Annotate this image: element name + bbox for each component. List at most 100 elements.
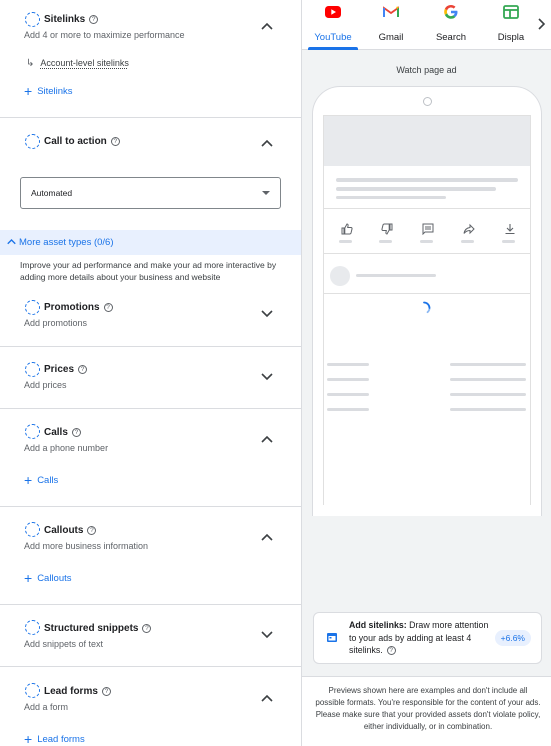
more-asset-types-toggle[interactable]: More asset types (0/6) bbox=[0, 230, 301, 255]
placeholder-line bbox=[327, 393, 369, 396]
ad-preview-panel: YouTube Gmail Search Displa Watch page a… bbox=[302, 0, 551, 746]
add-lead-forms-button[interactable]: + Lead forms bbox=[24, 731, 85, 746]
divider bbox=[324, 253, 530, 254]
section-title: Callouts? bbox=[44, 525, 97, 536]
status-circle-icon bbox=[25, 683, 40, 698]
placeholder-line bbox=[327, 363, 369, 366]
divider bbox=[324, 293, 530, 294]
prices-section[interactable]: Prices? Add prices bbox=[0, 347, 301, 409]
chevron-right-icon[interactable] bbox=[537, 18, 547, 30]
tab-youtube[interactable]: YouTube bbox=[302, 0, 364, 50]
performance-uplift-badge: +6.6% bbox=[494, 630, 531, 646]
add-callouts-button[interactable]: + Callouts bbox=[24, 570, 72, 586]
status-circle-icon bbox=[25, 522, 40, 537]
section-title: Lead forms? bbox=[44, 686, 111, 697]
status-circle-icon bbox=[25, 620, 40, 635]
asset-editor-panel: Sitelinks? Add 4 or more to maximize per… bbox=[0, 0, 302, 746]
calendar-icon bbox=[327, 633, 337, 642]
help-icon[interactable]: ? bbox=[87, 526, 97, 535]
youtube-icon bbox=[325, 6, 341, 18]
phone-mockup bbox=[312, 86, 542, 516]
section-subtitle: Add 4 or more to maximize performance bbox=[24, 30, 185, 40]
account-level-sitelinks-link[interactable]: ↳ Account-level sitelinks bbox=[26, 58, 129, 69]
chevron-up-icon[interactable] bbox=[261, 22, 273, 30]
google-icon bbox=[444, 5, 458, 19]
help-icon[interactable]: ? bbox=[78, 365, 88, 374]
section-subtitle: Add a phone number bbox=[24, 443, 109, 453]
section-title: Sitelinks? bbox=[44, 14, 99, 25]
placeholder-line bbox=[339, 240, 352, 243]
chevron-down-icon[interactable] bbox=[261, 310, 273, 318]
sitelinks-section: Sitelinks? Add 4 or more to maximize per… bbox=[0, 0, 301, 118]
section-subtitle: Add snippets of text bbox=[24, 639, 104, 649]
help-icon[interactable]: ? bbox=[71, 428, 81, 437]
section-title: Promotions? bbox=[44, 302, 113, 313]
help-icon[interactable]: ? bbox=[101, 687, 111, 696]
add-sitelinks-button[interactable]: + Sitelinks bbox=[24, 83, 73, 99]
placeholder-line bbox=[336, 196, 446, 199]
preview-screen bbox=[323, 115, 531, 505]
gmail-icon bbox=[383, 6, 399, 17]
status-circle-icon bbox=[25, 362, 40, 377]
thumbs-down-icon bbox=[381, 223, 393, 235]
preview-tabs: YouTube Gmail Search Displa bbox=[302, 0, 551, 50]
section-title: Prices? bbox=[44, 364, 88, 375]
video-placeholder bbox=[324, 116, 530, 166]
comment-icon bbox=[422, 223, 434, 235]
recommendation-text: Add sitelinks: Draw more attention to yo… bbox=[349, 620, 489, 655]
download-icon bbox=[505, 224, 515, 235]
help-icon[interactable]: ? bbox=[386, 646, 396, 655]
tab-display[interactable]: Displa bbox=[480, 0, 542, 50]
call-to-action-select[interactable]: Automated bbox=[20, 177, 281, 209]
section-subtitle: Add promotions bbox=[24, 318, 88, 328]
placeholder-line bbox=[356, 274, 436, 277]
tab-gmail[interactable]: Gmail bbox=[360, 0, 422, 50]
section-title: Calls? bbox=[44, 427, 81, 438]
placeholder-line bbox=[450, 393, 526, 396]
chevron-up-icon[interactable] bbox=[261, 139, 273, 147]
more-asset-types-description: Improve your ad performance and make you… bbox=[20, 260, 277, 282]
chevron-up-icon[interactable] bbox=[261, 694, 273, 702]
placeholder-line bbox=[379, 240, 392, 243]
status-circle-icon bbox=[25, 12, 40, 27]
sitelinks-recommendation-card[interactable]: Add sitelinks: Draw more attention to yo… bbox=[313, 612, 542, 664]
promotions-section[interactable]: Promotions? Add promotions bbox=[0, 286, 301, 347]
callouts-section: Callouts? Add more business information … bbox=[0, 507, 301, 605]
preview-format-label: Watch page ad bbox=[396, 65, 457, 75]
plus-icon: + bbox=[24, 83, 33, 99]
section-title: Call to action? bbox=[44, 136, 120, 147]
section-title: Structured snippets? bbox=[44, 623, 152, 634]
chevron-up-icon[interactable] bbox=[261, 533, 273, 541]
help-icon[interactable]: ? bbox=[103, 303, 113, 312]
chevron-down-icon[interactable] bbox=[261, 631, 273, 639]
status-circle-icon bbox=[25, 300, 40, 315]
placeholder-line bbox=[327, 408, 369, 411]
help-icon[interactable]: ? bbox=[110, 137, 120, 146]
display-icon bbox=[503, 5, 519, 19]
lead-forms-section: Lead forms? Add a form + Lead forms bbox=[0, 667, 301, 746]
tab-search[interactable]: Search bbox=[420, 0, 482, 50]
placeholder-line bbox=[502, 240, 515, 243]
placeholder-line bbox=[450, 363, 526, 366]
placeholder-line bbox=[420, 240, 433, 243]
channel-avatar-placeholder bbox=[330, 266, 350, 286]
help-icon[interactable]: ? bbox=[142, 624, 152, 633]
phone-camera bbox=[423, 97, 432, 106]
add-calls-button[interactable]: + Calls bbox=[24, 472, 58, 488]
chevron-up-icon[interactable] bbox=[261, 435, 273, 443]
share-icon bbox=[463, 223, 475, 235]
dropdown-caret-icon bbox=[262, 191, 270, 195]
plus-icon: + bbox=[24, 570, 33, 586]
placeholder-line bbox=[336, 187, 496, 191]
plus-icon: + bbox=[24, 731, 33, 746]
placeholder-line bbox=[327, 378, 369, 381]
chevron-down-icon[interactable] bbox=[261, 373, 273, 381]
placeholder-line bbox=[461, 240, 474, 243]
help-icon[interactable]: ? bbox=[89, 15, 99, 24]
status-circle-icon bbox=[25, 424, 40, 439]
section-subtitle: Add prices bbox=[24, 380, 67, 390]
thumbs-up-icon bbox=[341, 223, 353, 235]
plus-icon: + bbox=[24, 472, 33, 488]
structured-snippets-section[interactable]: Structured snippets? Add snippets of tex… bbox=[0, 605, 301, 667]
placeholder-line bbox=[450, 408, 526, 411]
